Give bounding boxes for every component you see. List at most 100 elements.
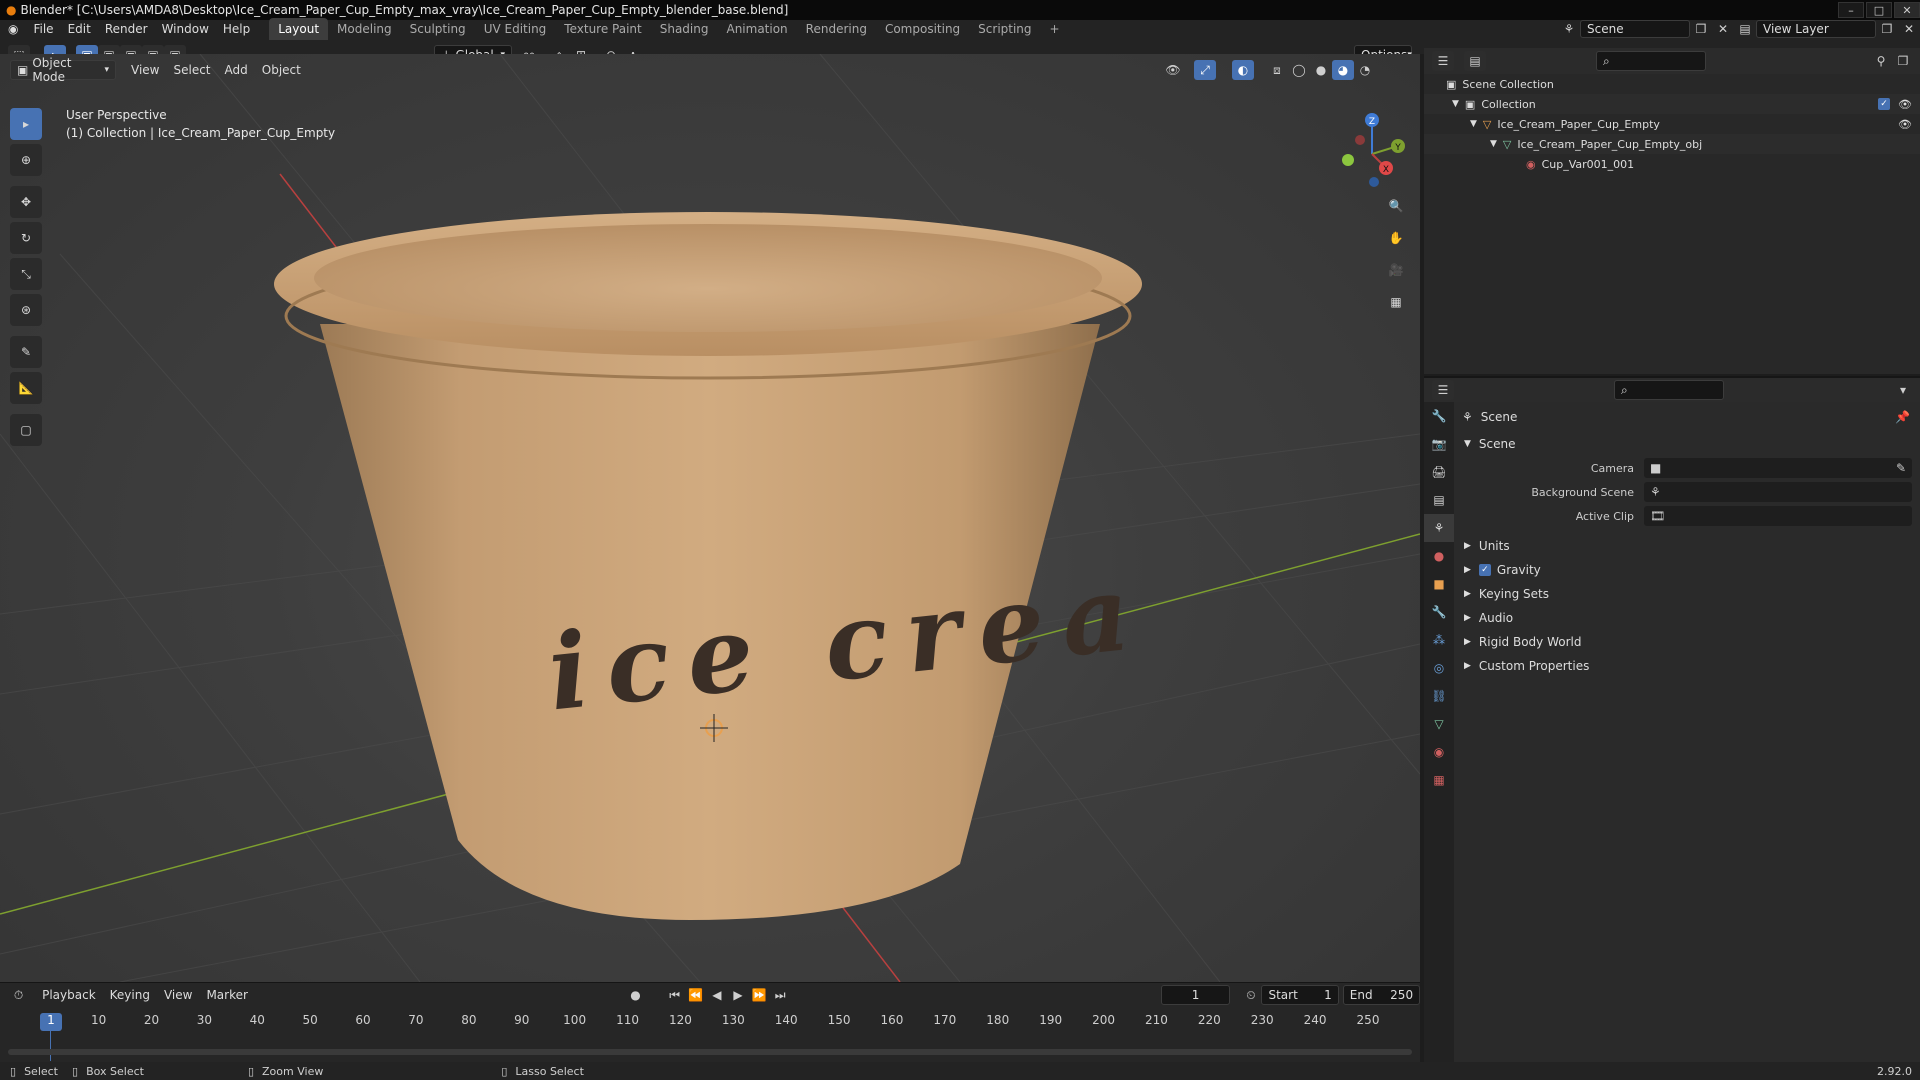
tool-tab-icon[interactable]: 🔧 [1424, 402, 1454, 430]
particles-tab-icon[interactable]: ⁂ [1424, 626, 1454, 654]
new-collection-icon[interactable]: ❐ [1892, 51, 1914, 71]
outliner-row-scene-collection[interactable]: ▣ Scene Collection [1424, 74, 1920, 94]
outliner-row-empty-object[interactable]: ▼ ▽ Ice_Cream_Paper_Cup_Empty 👁 [1424, 114, 1920, 134]
tab-modeling[interactable]: Modeling [328, 18, 401, 40]
measure-tool[interactable]: 📐 [10, 372, 42, 404]
solid-shading-icon[interactable]: ● [1310, 60, 1332, 80]
camera-view-icon[interactable]: 🎥 [1382, 256, 1410, 284]
play-reverse-icon[interactable]: ◀ [706, 985, 727, 1005]
tab-scripting[interactable]: Scripting [969, 18, 1040, 40]
blender-menu-icon[interactable]: ◉ [0, 22, 26, 36]
pin-icon[interactable]: 📌 [1895, 410, 1910, 424]
viewport-menu-object[interactable]: Object [255, 63, 308, 77]
timeline-scrollbar[interactable] [8, 1049, 1412, 1055]
tab-sculpting[interactable]: Sculpting [401, 18, 475, 40]
tab-rendering[interactable]: Rendering [797, 18, 876, 40]
gravity-panel[interactable]: ▶ ✓ Gravity [1454, 558, 1920, 582]
record-keyframe-icon[interactable]: ● [625, 985, 646, 1005]
play-icon[interactable]: ▶ [727, 985, 748, 1005]
audio-panel[interactable]: ▶ Audio [1454, 606, 1920, 630]
add-cube-tool[interactable]: ▢ [10, 414, 42, 446]
visibility-icon[interactable]: 👁 [1162, 60, 1184, 80]
outliner-row-collection[interactable]: ▼ ▣ Collection ✓ 👁 [1424, 94, 1920, 114]
gravity-checkbox[interactable]: ✓ [1478, 564, 1491, 576]
xray-icon[interactable]: ⧈ [1266, 60, 1288, 80]
rotate-tool[interactable]: ↻ [10, 222, 42, 254]
timeline-menu-marker[interactable]: Marker [199, 988, 254, 1002]
rigid-body-world-panel[interactable]: ▶ Rigid Body World [1454, 630, 1920, 654]
annotate-tool[interactable]: ✎ [10, 336, 42, 368]
menu-window[interactable]: Window [155, 22, 216, 36]
outliner-search-input[interactable]: ⌕ [1596, 51, 1706, 71]
world-tab-icon[interactable]: ● [1424, 542, 1454, 570]
object-tab-icon[interactable]: ■ [1424, 570, 1454, 598]
chevron-down-icon[interactable]: ▾ [1892, 380, 1914, 400]
tab-texture-paint[interactable]: Texture Paint [555, 18, 650, 40]
cursor-tool[interactable]: ⊕ [10, 144, 42, 176]
expand-arrow-icon[interactable]: ▼ [1470, 119, 1477, 129]
material-preview-shading-icon[interactable]: ◕ [1332, 60, 1354, 80]
material-tab-icon[interactable]: ◉ [1424, 738, 1454, 766]
tab-animation[interactable]: Animation [717, 18, 796, 40]
new-view-layer-icon[interactable]: ❐ [1876, 19, 1898, 39]
mode-dropdown[interactable]: ▣ Object Mode ▾ [10, 56, 116, 84]
units-panel[interactable]: ▶ Units [1454, 534, 1920, 558]
expand-arrow-icon[interactable]: ▼ [1490, 139, 1497, 149]
timeline-menu-keying[interactable]: Keying [103, 988, 157, 1002]
maximize-button[interactable]: □ [1866, 2, 1892, 18]
timeline-menu-playback[interactable]: Playback [35, 988, 103, 1002]
pan-hand-icon[interactable]: ✋ [1382, 224, 1410, 252]
scale-tool[interactable]: ⤡ [10, 258, 42, 290]
view-layer-selector[interactable]: View Layer [1756, 20, 1876, 38]
navigation-gizmo[interactable]: Z Y X [1330, 108, 1414, 192]
zoom-icon[interactable]: 🔍 [1382, 192, 1410, 220]
menu-render[interactable]: Render [98, 22, 155, 36]
scene-section-header[interactable]: ▼ Scene [1454, 432, 1920, 456]
start-frame-field[interactable]: Start 1 [1261, 985, 1339, 1005]
output-tab-icon[interactable]: 🖨 [1424, 458, 1454, 486]
ortho-grid-icon[interactable]: ▦ [1382, 288, 1410, 316]
constraints-tab-icon[interactable]: ⛓ [1424, 682, 1454, 710]
display-mode-icon[interactable]: ▤ [1464, 51, 1486, 71]
outliner-row-mesh[interactable]: ▼ ▽ Ice_Cream_Paper_Cup_Empty_obj [1424, 134, 1920, 154]
prev-keyframe-icon[interactable]: ⏪ [685, 985, 706, 1005]
render-tab-icon[interactable]: 📷 [1424, 430, 1454, 458]
keying-sets-panel[interactable]: ▶ Keying Sets [1454, 582, 1920, 606]
delete-scene-icon[interactable]: ✕ [1712, 19, 1734, 39]
properties-search-input[interactable]: ⌕ [1614, 380, 1724, 400]
add-workspace-button[interactable]: + [1041, 18, 1069, 40]
3d-viewport[interactable]: ice crea ▣ Object Mode ▾ View Select Add… [0, 54, 1420, 982]
viewport-menu-view[interactable]: View [124, 63, 166, 77]
data-tab-icon[interactable]: ▽ [1424, 710, 1454, 738]
camera-field[interactable]: ■ ✎ [1644, 458, 1912, 478]
custom-properties-panel[interactable]: ▶ Custom Properties [1454, 654, 1920, 678]
outliner-row-material[interactable]: ◉ Cup_Var001_001 [1424, 154, 1920, 174]
jump-end-icon[interactable]: ⏭ [770, 985, 791, 1005]
frame-ruler[interactable]: 1 10 20 30 40 50 60 70 80 90 100 110 120 130 140 150 160… [0, 1013, 1420, 1033]
gizmo-toggle-icon[interactable]: ⤢ [1194, 60, 1216, 80]
menu-help[interactable]: Help [216, 22, 257, 36]
preview-range-icon[interactable]: ⏲ [1240, 985, 1261, 1005]
view-layer-tab-icon[interactable]: ▤ [1424, 486, 1454, 514]
exclude-checkbox[interactable]: ✓ [1878, 98, 1891, 110]
scene-tab-icon[interactable]: ⚘ [1424, 514, 1454, 542]
expand-arrow-icon[interactable]: ▼ [1452, 99, 1459, 109]
new-scene-icon[interactable]: ❐ [1690, 19, 1712, 39]
transform-tool[interactable]: ⊛ [10, 294, 42, 326]
active-clip-field[interactable]: 🎞 [1644, 506, 1912, 526]
texture-tab-icon[interactable]: ▦ [1424, 766, 1454, 794]
outliner-editor-icon[interactable]: ☰ [1432, 51, 1454, 71]
physics-tab-icon[interactable]: ◎ [1424, 654, 1454, 682]
eye-icon[interactable]: 👁 [1898, 118, 1912, 131]
move-tool[interactable]: ✥ [10, 186, 42, 218]
viewport-menu-add[interactable]: Add [218, 63, 255, 77]
wireframe-shading-icon[interactable]: ◯ [1288, 60, 1310, 80]
rendered-shading-icon[interactable]: ◔ [1354, 60, 1376, 80]
menu-file[interactable]: File [26, 22, 60, 36]
background-scene-field[interactable]: ⚘ [1644, 482, 1912, 502]
eyedropper-icon[interactable]: ✎ [1896, 461, 1906, 475]
tab-compositing[interactable]: Compositing [876, 18, 969, 40]
properties-editor-icon[interactable]: ☰ [1432, 380, 1454, 400]
jump-start-icon[interactable]: ⏮ [664, 985, 685, 1005]
filter-icon[interactable]: ⚲ [1870, 51, 1892, 71]
